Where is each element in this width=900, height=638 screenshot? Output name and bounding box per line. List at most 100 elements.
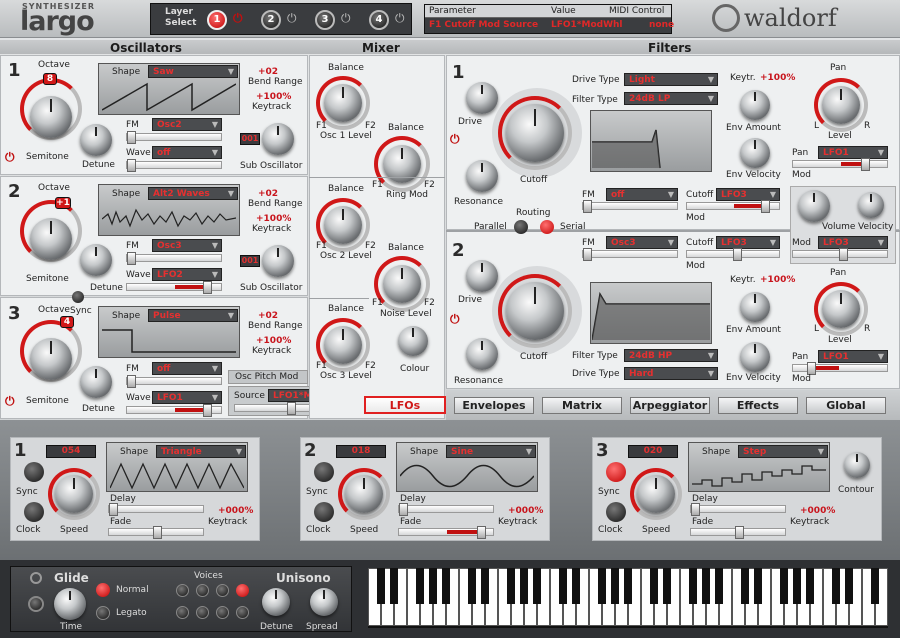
tab-matrix[interactable]: Matrix: [542, 397, 622, 414]
filter-1-cutoff-knob[interactable]: [506, 104, 564, 162]
lfo-1-clock-button[interactable]: [24, 502, 44, 522]
filter-1-power-icon[interactable]: ⏻: [450, 132, 460, 147]
black-key[interactable]: [624, 568, 632, 604]
lfo-3-speed-knob[interactable]: [637, 475, 675, 513]
keyboard[interactable]: [368, 568, 888, 628]
lfo-2-shape-dropdown[interactable]: Sine: [446, 445, 536, 458]
lfo-3-contour-knob[interactable]: [844, 452, 870, 478]
black-key[interactable]: [611, 568, 619, 604]
osc-2-detune-knob[interactable]: [80, 244, 112, 276]
osc-1-sub-osc-knob[interactable]: [262, 123, 294, 155]
filter-2-pan-knob[interactable]: [822, 290, 860, 328]
black-key[interactable]: [832, 568, 840, 604]
filter-2-cutoff-knob[interactable]: [506, 282, 564, 340]
filter-1-resonance-knob[interactable]: [466, 160, 498, 192]
osc-2-fm-dropdown[interactable]: Osc3: [152, 239, 222, 252]
noise-level-knob[interactable]: [383, 265, 421, 303]
black-key[interactable]: [442, 568, 450, 604]
layer-4-power-icon[interactable]: ⏻: [395, 11, 405, 26]
black-key[interactable]: [416, 568, 424, 604]
filter-2-resonance-knob[interactable]: [466, 338, 498, 370]
black-key[interactable]: [572, 568, 580, 604]
colour-knob[interactable]: [398, 326, 428, 356]
layer-1-button[interactable]: 1: [207, 10, 227, 30]
lfo-2-sync-button[interactable]: [314, 462, 334, 482]
lfo-1-sync-button[interactable]: [24, 462, 44, 482]
volume-knob[interactable]: [798, 190, 830, 222]
layer-2-button[interactable]: 2: [261, 10, 281, 30]
lfo-1-fade-slider[interactable]: [108, 526, 204, 539]
black-key[interactable]: [468, 568, 476, 604]
voices-5-button[interactable]: [176, 606, 189, 619]
glide-on-button[interactable]: [28, 596, 44, 612]
filter-1-pan-mod-slider[interactable]: [792, 158, 888, 171]
osc-3-octave-knob[interactable]: [30, 338, 72, 380]
filter-1-fm-slider[interactable]: [582, 200, 678, 213]
voices-1-button[interactable]: [176, 584, 189, 597]
osc-2-level-knob[interactable]: [324, 206, 362, 244]
voices-4-button[interactable]: [236, 584, 249, 597]
black-key[interactable]: [520, 568, 528, 604]
osc-3-level-knob[interactable]: [324, 326, 362, 364]
filter-1-drive-type-dropdown[interactable]: Light: [624, 73, 718, 86]
osc-1-fm-dropdown[interactable]: Osc2: [152, 118, 222, 131]
black-key[interactable]: [559, 568, 567, 604]
black-key[interactable]: [741, 568, 749, 604]
filter-1-cutoff-mod-slider[interactable]: [686, 200, 780, 213]
osc-3-wave-dropdown[interactable]: LFO1: [152, 391, 222, 404]
lfo-1-shape-dropdown[interactable]: Triangle: [156, 445, 246, 458]
tab-arpeggiator[interactable]: Arpeggiator: [630, 397, 710, 414]
black-key[interactable]: [481, 568, 489, 604]
black-key[interactable]: [702, 568, 710, 604]
unisono-spread-knob[interactable]: [310, 588, 338, 616]
osc-3-power-icon[interactable]: ⏻: [5, 394, 15, 409]
osc-1-fm-slider[interactable]: [126, 131, 222, 144]
filter-1-fm-dropdown[interactable]: off: [606, 188, 678, 201]
tab-envelopes[interactable]: Envelopes: [454, 397, 534, 414]
filter-1-drive-knob[interactable]: [466, 82, 498, 114]
unisono-detune-knob[interactable]: [262, 588, 290, 616]
routing-serial-button[interactable]: [540, 220, 554, 234]
black-key[interactable]: [650, 568, 658, 604]
black-key[interactable]: [793, 568, 801, 604]
osc-3-fm-slider[interactable]: [126, 375, 222, 388]
filter-2-env-amount-knob[interactable]: [740, 292, 770, 322]
volume-mod-slider[interactable]: [792, 248, 888, 261]
osc-1-wave-dropdown[interactable]: off: [152, 146, 222, 159]
black-key[interactable]: [715, 568, 723, 604]
osc-1-power-icon[interactable]: ⏻: [5, 150, 15, 165]
filter-1-pan-mod-dropdown[interactable]: LFO1: [818, 146, 888, 159]
black-key[interactable]: [806, 568, 814, 604]
filter-1-filter-type-dropdown[interactable]: 24dB LP: [624, 92, 718, 105]
volume-mod-dropdown[interactable]: LFO3: [818, 236, 888, 249]
tab-lfos[interactable]: LFOs: [364, 396, 446, 414]
voices-3-button[interactable]: [216, 584, 229, 597]
black-key[interactable]: [663, 568, 671, 604]
filter-1-cutoff-mod-dropdown[interactable]: LFO3: [716, 188, 780, 201]
filter-2-env-velocity-knob[interactable]: [740, 342, 770, 372]
filter-2-fm-dropdown[interactable]: Osc3: [606, 236, 678, 249]
layer-4-button[interactable]: 4: [369, 10, 389, 30]
black-key[interactable]: [598, 568, 606, 604]
osc-1-octave-knob[interactable]: [30, 96, 72, 138]
lfo-1-speed-knob[interactable]: [55, 475, 93, 513]
lfo-2-fade-slider[interactable]: [398, 526, 494, 539]
osc-2-octave-knob[interactable]: [30, 218, 72, 260]
filter-2-drive-type-dropdown[interactable]: Hard: [624, 367, 718, 380]
lfo-3-delay-slider[interactable]: [690, 503, 786, 516]
lfo-2-speed-knob[interactable]: [345, 475, 383, 513]
black-key[interactable]: [377, 568, 385, 604]
osc-2-shape-dropdown[interactable]: Alt2 Waves: [148, 187, 238, 200]
filter-2-fm-slider[interactable]: [582, 248, 678, 261]
osc-1-level-knob[interactable]: [324, 84, 362, 122]
lfo-3-fade-slider[interactable]: [690, 526, 786, 539]
osc-3-shape-dropdown[interactable]: Pulse: [148, 309, 238, 322]
osc-2-wave-dropdown[interactable]: LFO2: [152, 268, 222, 281]
lfo-2-clock-button[interactable]: [314, 502, 334, 522]
lfo-3-shape-dropdown[interactable]: Step: [738, 445, 828, 458]
glide-normal-button[interactable]: [96, 583, 110, 597]
osc-3-fm-dropdown[interactable]: off: [152, 362, 222, 375]
routing-parallel-button[interactable]: [514, 220, 528, 234]
filter-1-env-velocity-knob[interactable]: [740, 138, 770, 168]
layer-1-power-icon[interactable]: ⏻: [233, 11, 243, 26]
